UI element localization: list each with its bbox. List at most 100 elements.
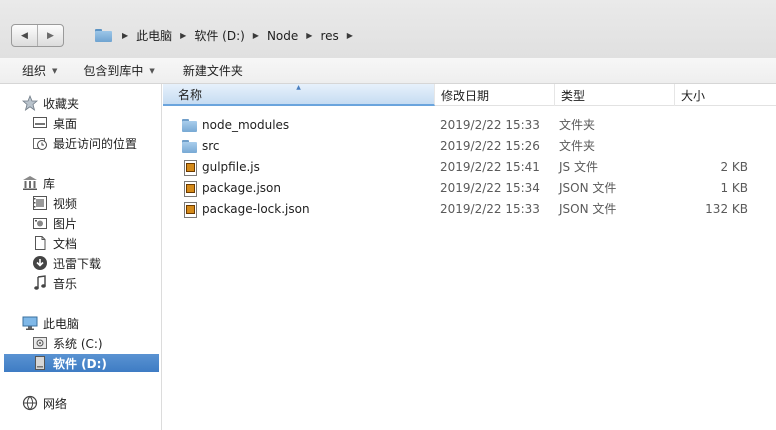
chevron-right-icon[interactable]: ▶ bbox=[122, 31, 128, 40]
file-date: 2019/2/22 15:33 bbox=[440, 117, 540, 132]
video-icon bbox=[32, 195, 48, 211]
sidebar-label: 视频 bbox=[53, 196, 78, 211]
file-row-package-lock-json[interactable]: package-lock.json 2019/2/22 15:33 JSON 文… bbox=[163, 198, 776, 219]
file-name-cell: node_modules bbox=[181, 114, 289, 135]
column-header-label: 类型 bbox=[561, 88, 586, 103]
column-header-type[interactable]: 类型 bbox=[555, 84, 675, 106]
file-size: 2 KB bbox=[720, 159, 748, 174]
sidebar-label: 系统 (C:) bbox=[53, 336, 103, 351]
breadcrumb-res[interactable]: res bbox=[320, 29, 338, 43]
sort-ascending-icon: ▲ bbox=[296, 84, 301, 91]
breadcrumb-node[interactable]: Node bbox=[267, 29, 298, 43]
file-type: JSON 文件 bbox=[559, 202, 617, 216]
file-type: 文件夹 bbox=[559, 139, 596, 153]
drive-icon bbox=[32, 335, 48, 351]
sidebar-label: 此电脑 bbox=[43, 316, 80, 331]
sidebar-item-documents[interactable]: 文档 bbox=[32, 234, 77, 252]
include-in-library-button[interactable]: 包含到库中 ▼ bbox=[83, 62, 154, 79]
new-folder-label: 新建文件夹 bbox=[182, 64, 243, 78]
column-header-size[interactable]: 大小 bbox=[675, 84, 776, 106]
file-name: src bbox=[202, 138, 220, 153]
sidebar-label: 收藏夹 bbox=[43, 96, 80, 111]
address-bar: ◀ ▶ ▶ 此电脑 ▶ 软件 (D:) ▶ Node ▶ res ▶ bbox=[0, 0, 776, 58]
file-row-gulpfile[interactable]: gulpfile.js 2019/2/22 15:41 JS 文件 2 KB bbox=[163, 156, 776, 177]
sidebar-label: 迅雷下载 bbox=[53, 256, 102, 271]
sidebar-item-videos[interactable]: 视频 bbox=[32, 194, 77, 212]
picture-icon bbox=[32, 215, 48, 231]
chevron-right-icon[interactable]: ▶ bbox=[180, 31, 186, 40]
js-file-icon bbox=[181, 159, 197, 176]
forward-button[interactable]: ▶ bbox=[38, 25, 63, 46]
file-row-package-json[interactable]: package.json 2019/2/22 15:34 JSON 文件 1 K… bbox=[163, 177, 776, 198]
column-header-date[interactable]: 修改日期 bbox=[435, 84, 555, 106]
sidebar-item-desktop[interactable]: 桌面 bbox=[32, 114, 77, 132]
sidebar-label: 图片 bbox=[53, 216, 78, 231]
chevron-right-icon[interactable]: ▶ bbox=[347, 31, 353, 40]
sidebar-label: 网络 bbox=[43, 396, 68, 411]
file-name: gulpfile.js bbox=[202, 159, 260, 174]
file-type: JS 文件 bbox=[559, 160, 598, 174]
sidebar-item-libraries[interactable]: 库 bbox=[22, 174, 55, 192]
json-file-icon bbox=[181, 180, 197, 197]
organize-label: 组织 bbox=[22, 64, 47, 78]
sidebar-item-recent-places[interactable]: 最近访问的位置 bbox=[32, 134, 137, 152]
sidebar-item-music[interactable]: 音乐 bbox=[32, 274, 77, 292]
drive-icon bbox=[32, 355, 48, 371]
library-icon bbox=[22, 175, 38, 191]
back-button[interactable]: ◀ bbox=[12, 25, 38, 46]
file-name-cell: package.json bbox=[181, 177, 281, 198]
sidebar-item-thunder-downloads[interactable]: 迅雷下载 bbox=[32, 254, 101, 272]
file-list: node_modules 2019/2/22 15:33 文件夹 src 201… bbox=[163, 106, 776, 430]
new-folder-button[interactable]: 新建文件夹 bbox=[183, 62, 243, 79]
sidebar-item-network[interactable]: 网络 bbox=[22, 394, 67, 412]
sidebar-item-this-pc[interactable]: 此电脑 bbox=[22, 314, 79, 332]
sidebar-label: 桌面 bbox=[53, 116, 78, 131]
folder-icon bbox=[95, 29, 112, 42]
file-row-src[interactable]: src 2019/2/22 15:26 文件夹 bbox=[163, 135, 776, 156]
nav-buttons: ◀ ▶ bbox=[11, 24, 64, 47]
include-in-library-label: 包含到库中 bbox=[83, 64, 144, 78]
folder-icon bbox=[181, 138, 197, 154]
file-name-cell: package-lock.json bbox=[181, 198, 310, 219]
breadcrumb-this-pc[interactable]: 此电脑 bbox=[136, 27, 172, 44]
file-row-node-modules[interactable]: node_modules 2019/2/22 15:33 文件夹 bbox=[163, 114, 776, 135]
file-name: package-lock.json bbox=[202, 201, 310, 216]
column-header-label: 名称 bbox=[178, 87, 203, 102]
computer-icon bbox=[22, 315, 38, 331]
column-header-label: 修改日期 bbox=[441, 88, 490, 103]
file-type: 文件夹 bbox=[559, 118, 596, 132]
document-icon bbox=[32, 235, 48, 251]
caret-down-icon: ▼ bbox=[149, 66, 155, 75]
organize-button[interactable]: 组织 ▼ bbox=[22, 62, 57, 79]
file-name-cell: src bbox=[181, 135, 220, 156]
sidebar-label: 最近访问的位置 bbox=[53, 136, 138, 151]
file-size: 1 KB bbox=[720, 180, 748, 195]
recent-places-icon bbox=[32, 135, 48, 151]
sidebar-item-pictures[interactable]: 图片 bbox=[32, 214, 77, 232]
music-icon bbox=[32, 275, 48, 291]
breadcrumb-drive-d[interactable]: 软件 (D:) bbox=[194, 27, 244, 44]
folder-icon bbox=[181, 117, 197, 133]
file-type: JSON 文件 bbox=[559, 181, 617, 195]
json-file-icon bbox=[181, 201, 197, 218]
sidebar-label: 库 bbox=[43, 176, 56, 191]
sidebar-item-system-c[interactable]: 系统 (C:) bbox=[32, 334, 103, 352]
desktop-icon bbox=[32, 115, 48, 131]
column-headers: ▲ 名称 修改日期 类型 大小 bbox=[163, 84, 776, 106]
sidebar-item-software-d[interactable]: 软件 (D:) bbox=[4, 354, 159, 372]
file-name: package.json bbox=[202, 180, 282, 195]
sidebar-label: 文档 bbox=[53, 236, 78, 251]
download-icon bbox=[32, 255, 48, 271]
chevron-right-icon[interactable]: ▶ bbox=[306, 31, 312, 40]
sidebar-label: 音乐 bbox=[53, 276, 78, 291]
file-date: 2019/2/22 15:34 bbox=[440, 180, 540, 195]
command-toolbar: 组织 ▼ 包含到库中 ▼ 新建文件夹 bbox=[0, 58, 776, 84]
column-header-name[interactable]: ▲ 名称 bbox=[163, 84, 435, 106]
file-name: node_modules bbox=[202, 117, 290, 132]
sidebar-item-favorites[interactable]: 收藏夹 bbox=[22, 94, 79, 112]
navigation-pane: 收藏夹 桌面 最近访问的位置 库 视频 图片 文档 迅雷下载 音乐 此电脑 系统… bbox=[0, 84, 162, 430]
chevron-right-icon[interactable]: ▶ bbox=[253, 31, 259, 40]
file-name-cell: gulpfile.js bbox=[181, 156, 260, 177]
file-size: 132 KB bbox=[705, 201, 748, 216]
file-date: 2019/2/22 15:33 bbox=[440, 201, 540, 216]
